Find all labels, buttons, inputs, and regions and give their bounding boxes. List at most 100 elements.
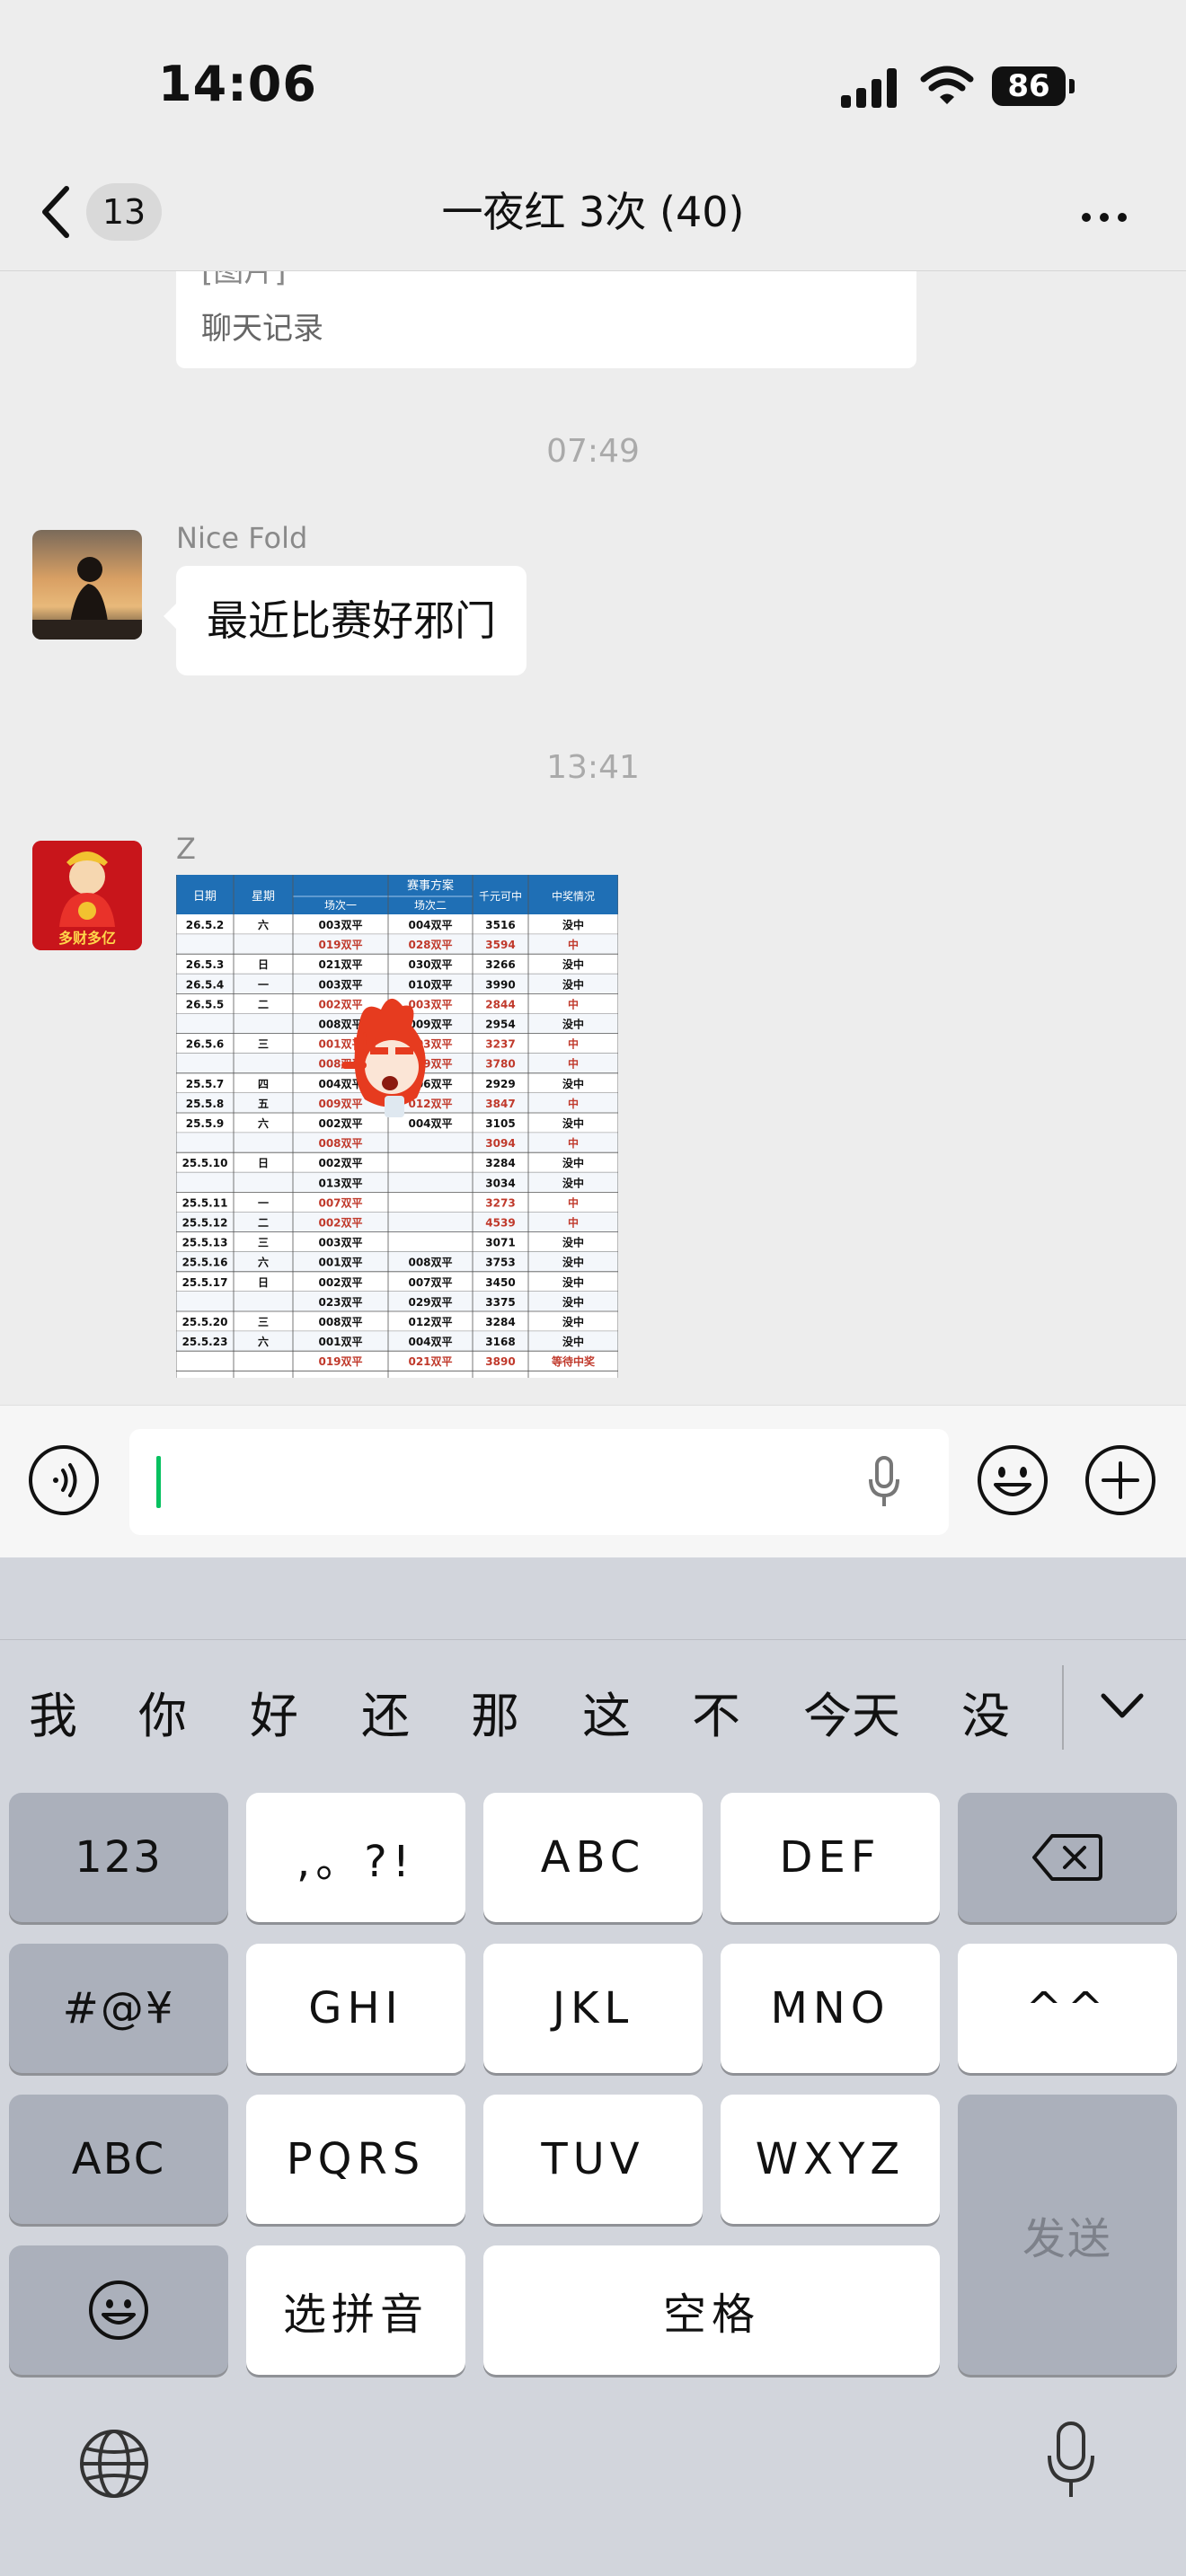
- input-bar: [0, 1405, 1186, 1557]
- table-cell: 25.5.10: [182, 1157, 228, 1169]
- chat-record-preview: [图片]: [201, 271, 287, 289]
- voice-mode-icon[interactable]: [27, 1443, 101, 1517]
- message-input[interactable]: [129, 1429, 949, 1535]
- key-mno[interactable]: MNO: [721, 1944, 940, 2073]
- table-cell: 002双平: [318, 1117, 362, 1130]
- unread-count-badge[interactable]: 13: [86, 183, 162, 241]
- key-wxyz[interactable]: WXYZ: [721, 2095, 940, 2224]
- status-bar: 14:06 86: [0, 0, 1186, 153]
- table-cell: 26.5.6: [186, 1038, 225, 1051]
- table-cell: 003双平: [318, 978, 362, 991]
- key-select-pinyin[interactable]: 选拼音: [246, 2245, 465, 2375]
- table-cell: 009双平: [408, 1019, 452, 1031]
- key-pqrs[interactable]: PQRS: [246, 2095, 465, 2224]
- lottery-table-image: 日期 星期 赛事方案千元可中 中奖情况场次一 场次二 26.5.2 六 003双平 004双平 3…: [176, 875, 618, 1378]
- key-emoji[interactable]: [9, 2245, 228, 2375]
- table-cell: 六: [258, 1335, 269, 1348]
- table-subheader-cell: 场次一: [324, 899, 357, 912]
- table-cell: 3094: [485, 1137, 515, 1150]
- key-abc-switch[interactable]: ABC: [9, 2095, 228, 2224]
- table-cell: 013双平: [318, 1177, 362, 1189]
- table-cell: 002双平: [318, 1217, 362, 1230]
- key-kaomoji[interactable]: ^^: [958, 1944, 1177, 2073]
- table-header-cell: 日期: [193, 890, 217, 904]
- table-cell: 三: [258, 1038, 269, 1051]
- text-cursor: [156, 1456, 161, 1508]
- table-cell: 中: [568, 1037, 579, 1051]
- globe-icon[interactable]: [77, 2427, 151, 2501]
- table-cell: 五: [258, 1098, 269, 1110]
- key-ghi[interactable]: GHI: [246, 1944, 465, 2073]
- status-time: 14:06: [158, 56, 317, 112]
- back-chevron-icon[interactable]: [38, 183, 74, 241]
- table-cell: 中: [568, 1097, 579, 1110]
- plus-icon[interactable]: [1084, 1443, 1157, 1517]
- candidate-word[interactable]: 我: [29, 1676, 77, 1747]
- table-cell: 日: [258, 1276, 269, 1289]
- table-header-cell: 星期: [252, 890, 275, 904]
- table-cell: 中: [568, 1195, 579, 1209]
- table-cell: 没中: [562, 1077, 584, 1090]
- table-header-cell: 赛事方案: [407, 878, 454, 893]
- chevron-down-icon[interactable]: [1100, 1683, 1145, 1728]
- candidate-word[interactable]: 好: [250, 1676, 298, 1747]
- table-cell: 25.5.9: [186, 1117, 225, 1130]
- candidate-word[interactable]: 还: [361, 1676, 410, 1747]
- table-cell: 3753: [485, 1257, 515, 1269]
- key-tuv[interactable]: TUV: [483, 2095, 703, 2224]
- table-cell: 3375: [485, 1296, 515, 1309]
- message-list[interactable]: [图片] 聊天记录 07:49 Nice Fold 最近比赛好邪门 13:41: [0, 271, 1186, 1405]
- candidate-word[interactable]: 不: [692, 1676, 740, 1747]
- avatar-label: 多财多亿: [58, 930, 116, 947]
- table-cell: 019双平: [318, 939, 362, 951]
- table-cell: 2929: [485, 1078, 515, 1090]
- table-cell: 009双平: [318, 1098, 362, 1110]
- candidate-word[interactable]: 那: [471, 1676, 519, 1747]
- table-cell: 日: [258, 1157, 269, 1169]
- table-cell: 004双平: [408, 1117, 452, 1130]
- key-send[interactable]: 发送: [958, 2095, 1177, 2375]
- chat-record-card[interactable]: [图片] 聊天记录: [176, 271, 916, 368]
- table-cell: 中: [568, 997, 579, 1010]
- table-cell: 008双平: [408, 1257, 452, 1269]
- table-cell: 3780: [485, 1058, 515, 1071]
- emoji-icon: [89, 2280, 148, 2340]
- candidate-word[interactable]: 你: [138, 1676, 187, 1747]
- chat-title: 一夜红 3次 (40): [441, 188, 745, 236]
- key-123[interactable]: 123: [9, 1793, 228, 1922]
- table-cell: 六: [258, 1256, 269, 1269]
- dictation-mic-icon[interactable]: [1044, 2420, 1098, 2501]
- candidate-word[interactable]: 这: [582, 1676, 631, 1747]
- image-message[interactable]: 日期 星期 赛事方案 千元可中 中奖情况 场次一 场次二 26.5.2 六 003双平 004双平 3…: [176, 875, 618, 1378]
- table-cell: 没中: [562, 1275, 584, 1289]
- table-cell: 023双平: [318, 1296, 362, 1309]
- key-symbols[interactable]: #@¥: [9, 1944, 228, 2073]
- table-cell: 2954: [485, 1019, 515, 1031]
- table-cell: 007双平: [408, 1276, 452, 1289]
- key-jkl[interactable]: JKL: [483, 1944, 703, 2073]
- table-cell: 008双平: [318, 1137, 362, 1150]
- timestamp: 07:49: [546, 433, 640, 470]
- key-abc[interactable]: ABC: [483, 1793, 703, 1922]
- table-cell: 25.5.20: [182, 1316, 228, 1328]
- table-cell: 二: [258, 998, 269, 1010]
- message-bubble[interactable]: 最近比赛好邪门: [164, 566, 527, 675]
- table-cell: 没中: [562, 1315, 584, 1328]
- table-cell: 002双平: [318, 1276, 362, 1289]
- table-cell: 029双平: [408, 1296, 452, 1309]
- key-delete[interactable]: [958, 1793, 1177, 1922]
- table-cell: 012双平: [408, 1316, 452, 1328]
- more-options-icon[interactable]: [1082, 208, 1136, 225]
- candidate-word[interactable]: 没: [961, 1676, 1010, 1747]
- candidate-word[interactable]: 今天: [803, 1676, 900, 1747]
- voice-input-icon[interactable]: [868, 1456, 900, 1508]
- key-def[interactable]: DEF: [721, 1793, 940, 1922]
- table-header-cell: 中奖情况: [552, 889, 595, 903]
- table-cell: 26.5.4: [186, 978, 225, 991]
- emoji-icon[interactable]: [976, 1443, 1049, 1517]
- avatar-nice-fold[interactable]: [32, 530, 142, 640]
- avatar-z[interactable]: 多财多亿: [32, 841, 142, 950]
- table-cell: 一: [258, 978, 269, 991]
- key-space[interactable]: 空格: [483, 2245, 940, 2375]
- key-punctuation[interactable]: ,。?!: [246, 1793, 465, 1922]
